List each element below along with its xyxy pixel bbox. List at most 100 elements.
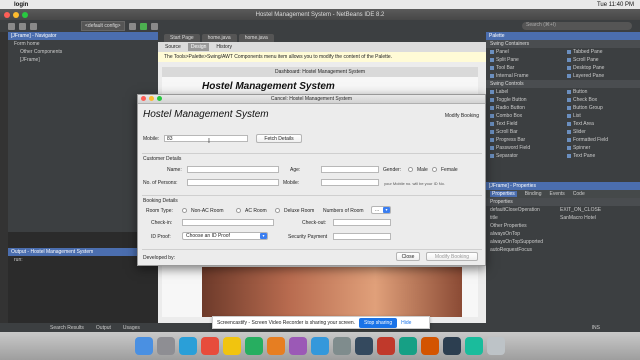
palette-item[interactable]: Label bbox=[486, 88, 563, 96]
properties-section[interactable]: Properties bbox=[486, 198, 640, 206]
search-results-tab[interactable]: Search Results bbox=[50, 325, 84, 331]
non-ac-radio[interactable] bbox=[182, 208, 187, 213]
female-radio[interactable] bbox=[432, 167, 437, 172]
word-icon[interactable] bbox=[443, 337, 461, 355]
mobile2-input[interactable] bbox=[321, 179, 379, 186]
male-radio[interactable] bbox=[408, 167, 413, 172]
notes-icon[interactable] bbox=[223, 337, 241, 355]
checkout-input[interactable] bbox=[333, 219, 391, 226]
palette-item[interactable]: Separator bbox=[486, 152, 563, 160]
ide-search-input[interactable]: Search (⌘+I) bbox=[522, 22, 632, 30]
palette-item[interactable]: Combo Box bbox=[486, 112, 563, 120]
save-all-icon[interactable] bbox=[30, 22, 37, 30]
palette-item[interactable]: Text Field bbox=[486, 120, 563, 128]
palette-item[interactable]: Formatted Field bbox=[563, 136, 640, 144]
property-row[interactable]: title SanMacro Hotel bbox=[486, 214, 640, 222]
palette-section-containers[interactable]: Swing Containers bbox=[486, 40, 640, 48]
name-input[interactable] bbox=[187, 166, 279, 173]
debug-icon[interactable] bbox=[150, 22, 158, 30]
property-row[interactable]: alwaysOnTopSupported bbox=[486, 238, 640, 246]
terminal-icon[interactable] bbox=[355, 337, 373, 355]
trash-icon[interactable] bbox=[487, 337, 505, 355]
palette-item[interactable]: Progress Bar bbox=[486, 136, 563, 144]
palette-item[interactable]: List bbox=[563, 112, 640, 120]
palette-item[interactable]: Scroll Pane bbox=[563, 56, 640, 64]
open-project-icon[interactable] bbox=[19, 22, 26, 30]
palette-item[interactable]: Toggle Button bbox=[486, 96, 563, 104]
property-row[interactable]: Other Properties bbox=[486, 222, 640, 230]
palette-item[interactable]: Panel bbox=[486, 48, 563, 56]
property-row[interactable]: defaultCloseOperation EXIT_ON_CLOSE bbox=[486, 206, 640, 214]
tab-binding[interactable]: Binding bbox=[525, 191, 542, 197]
palette-item[interactable]: Slider bbox=[563, 128, 640, 136]
dialog-close-icon[interactable] bbox=[141, 96, 146, 101]
palette-item[interactable]: Text Area bbox=[563, 120, 640, 128]
palette-item[interactable]: Split Pane bbox=[486, 56, 563, 64]
palette-section-controls[interactable]: Swing Controls bbox=[486, 80, 640, 88]
excel-icon[interactable] bbox=[465, 337, 483, 355]
source-button[interactable]: Source bbox=[162, 43, 184, 51]
history-button[interactable]: History bbox=[213, 43, 235, 51]
persons-input[interactable] bbox=[187, 179, 279, 186]
calendar-icon[interactable] bbox=[201, 337, 219, 355]
safari-icon[interactable] bbox=[179, 337, 197, 355]
palette-item[interactable]: Tool Bar bbox=[486, 64, 563, 72]
property-row[interactable]: autoRequestFocus bbox=[486, 246, 640, 254]
palette-item[interactable]: Tabbed Pane bbox=[563, 48, 640, 56]
palette-item[interactable]: Button Group bbox=[563, 104, 640, 112]
output-tab[interactable]: Output bbox=[96, 325, 111, 331]
settings-icon[interactable] bbox=[333, 337, 351, 355]
fetch-details-button[interactable]: Fetch Details bbox=[256, 134, 302, 143]
tab-home-java[interactable]: home.java bbox=[201, 34, 237, 42]
chrome-icon[interactable] bbox=[399, 337, 417, 355]
ac-radio[interactable] bbox=[236, 208, 241, 213]
palette-item[interactable]: Internal Frame bbox=[486, 72, 563, 80]
tree-item[interactable]: Form home bbox=[8, 40, 158, 48]
photos-icon[interactable] bbox=[267, 337, 285, 355]
tab-properties[interactable]: Properties bbox=[490, 191, 517, 197]
usages-tab[interactable]: Usages bbox=[123, 325, 140, 331]
palette-item[interactable]: Desktop Pane bbox=[563, 64, 640, 72]
build-icon[interactable] bbox=[128, 22, 136, 30]
design-button[interactable]: Design bbox=[187, 43, 210, 51]
messages-icon[interactable] bbox=[245, 337, 263, 355]
hide-button[interactable]: Hide bbox=[401, 320, 411, 326]
config-select[interactable]: <default config> bbox=[81, 21, 125, 31]
appstore-icon[interactable] bbox=[311, 337, 329, 355]
palette-item[interactable]: Layered Pane bbox=[563, 72, 640, 80]
checkin-input[interactable] bbox=[182, 219, 274, 226]
tab-home-java-2[interactable]: home.java bbox=[238, 34, 274, 42]
palette-item[interactable]: Scroll Bar bbox=[486, 128, 563, 136]
tab-events[interactable]: Events bbox=[549, 191, 564, 197]
modify-booking-link[interactable]: Modify Booking bbox=[445, 113, 479, 119]
deluxe-radio[interactable] bbox=[275, 208, 280, 213]
palette-item[interactable]: Radio Button bbox=[486, 104, 563, 112]
app-menu[interactable]: login bbox=[14, 2, 28, 8]
tab-start-page[interactable]: Start Page bbox=[164, 34, 200, 42]
run-icon[interactable] bbox=[139, 22, 147, 30]
palette-item[interactable]: Spinner bbox=[563, 144, 640, 152]
vlc-icon[interactable] bbox=[421, 337, 439, 355]
tree-item[interactable]: Other Components bbox=[8, 48, 158, 56]
close-button[interactable]: Close bbox=[396, 252, 420, 261]
tab-code[interactable]: Code bbox=[573, 191, 585, 197]
stop-sharing-button[interactable]: Stop sharing bbox=[359, 317, 398, 328]
dialog-zoom-icon[interactable] bbox=[157, 96, 162, 101]
palette-item[interactable]: Check Box bbox=[563, 96, 640, 104]
palette-item[interactable]: Password Field bbox=[486, 144, 563, 152]
clock[interactable]: Tue 11:40 PM bbox=[597, 2, 634, 8]
age-input[interactable] bbox=[321, 166, 379, 173]
netbeans-icon[interactable] bbox=[377, 337, 395, 355]
palette-item[interactable]: Button bbox=[563, 88, 640, 96]
modify-booking-button[interactable]: Modify Booking bbox=[426, 252, 478, 261]
num-rooms-select[interactable]: ... ▾ bbox=[371, 206, 391, 214]
dialog-minimize-icon[interactable] bbox=[149, 96, 154, 101]
tree-item[interactable]: [JFrame] bbox=[8, 56, 158, 64]
palette-item[interactable]: Text Pane bbox=[563, 152, 640, 160]
idproof-select[interactable]: Choose an ID Proof ▾ bbox=[182, 232, 268, 240]
property-row[interactable]: alwaysOnTop bbox=[486, 230, 640, 238]
mobile-input[interactable]: 83 bbox=[164, 135, 248, 142]
security-input[interactable] bbox=[333, 233, 391, 240]
itunes-icon[interactable] bbox=[289, 337, 307, 355]
new-project-icon[interactable] bbox=[8, 22, 15, 30]
